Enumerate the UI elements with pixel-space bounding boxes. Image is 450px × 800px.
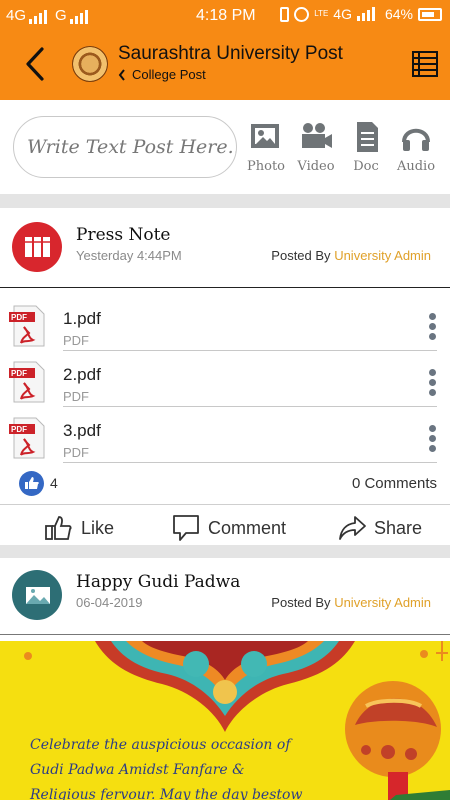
- signal-icon: [69, 10, 88, 24]
- posted-by-label: Posted By: [271, 248, 331, 263]
- chevron-left-small-icon: [118, 68, 125, 81]
- document-icon: [357, 122, 378, 152]
- thumbs-up-outline-icon: [45, 516, 72, 540]
- banner-line: Gudi Padwa Amidst Fanfare &: [30, 762, 245, 778]
- banner-line: Celebrate the auspicious occasion of: [30, 737, 291, 753]
- like-count-icon: [19, 471, 44, 496]
- post-actions: Like Comment Share: [0, 504, 450, 548]
- video-camera-icon: [302, 123, 332, 148]
- file-type: PDF: [63, 389, 89, 404]
- file-type: PDF: [63, 333, 89, 348]
- video-button[interactable]: Video: [292, 120, 340, 174]
- like-label: Like: [81, 517, 115, 538]
- app-header: 4G G 4:18 PM LTE 4G 64% Saurashtra Unive…: [0, 0, 450, 100]
- breadcrumb[interactable]: College Post: [118, 67, 206, 82]
- pdf-file-icon: PDF: [9, 361, 45, 403]
- like-button[interactable]: Like: [43, 513, 114, 543]
- signal-icon: [356, 7, 375, 21]
- photo-icon: [251, 124, 279, 148]
- status-time: 4:18 PM: [196, 7, 256, 24]
- author-link[interactable]: University Admin: [334, 595, 431, 610]
- posted-by: Posted By University Admin: [271, 595, 431, 610]
- page-title: Saurashtra University Post: [118, 43, 343, 64]
- post-stats: 4 0 Comments: [0, 463, 450, 503]
- card-divider: [0, 634, 450, 635]
- battery-percent: 64%: [384, 6, 413, 22]
- post-title: Press Note: [76, 225, 171, 245]
- gallery-avatar: [12, 570, 62, 620]
- banner-message: Celebrate the auspicious occasion of Gud…: [30, 733, 330, 800]
- audio-label: Audio: [396, 159, 436, 174]
- app-screen: 4G G 4:18 PM LTE 4G 64% Saurashtra Unive…: [0, 0, 450, 800]
- text-post-input[interactable]: Write Text Post Here...: [13, 116, 237, 178]
- comment-icon: [173, 515, 199, 541]
- file-options-button[interactable]: [429, 425, 437, 453]
- lte-label: LTE: [314, 9, 329, 18]
- file-options-button[interactable]: [429, 313, 437, 341]
- comment-button[interactable]: Comment: [172, 513, 286, 543]
- file-name: 1.pdf: [63, 309, 101, 328]
- list-menu-button[interactable]: [412, 50, 438, 78]
- press-note-avatar: [12, 222, 62, 272]
- breadcrumb-label: College Post: [132, 67, 206, 82]
- vibrate-icon: [280, 6, 290, 22]
- network-label-1: 4G: [6, 7, 27, 24]
- system-status: LTE 4G 64%: [280, 6, 442, 22]
- post-composer: Write Text Post Here... Photo Video Doc …: [0, 100, 450, 194]
- file-name: 2.pdf: [63, 365, 101, 384]
- photo-button[interactable]: Photo: [242, 120, 290, 174]
- headphones-icon: [402, 128, 430, 151]
- section-separator: [0, 545, 450, 558]
- battery-icon: [418, 7, 442, 21]
- books-icon: [25, 237, 50, 257]
- pdf-file-icon: PDF: [9, 305, 45, 347]
- video-label: Video: [297, 159, 335, 174]
- signal-icon: [29, 10, 48, 24]
- share-icon: [339, 516, 366, 540]
- back-button[interactable]: [20, 44, 52, 84]
- section-separator: [0, 194, 450, 208]
- audio-button[interactable]: Audio: [392, 120, 440, 174]
- university-logo: [72, 46, 108, 82]
- file-options-button[interactable]: [429, 369, 437, 397]
- status-bar: 4G G 4:18 PM LTE 4G 64%: [0, 0, 450, 32]
- network-label-2: G: [55, 7, 67, 24]
- gallery-icon: [26, 587, 50, 604]
- posted-by-label: Posted By: [271, 595, 331, 610]
- photo-label: Photo: [247, 159, 285, 174]
- comments-count[interactable]: 0 Comments: [352, 475, 437, 492]
- share-button[interactable]: Share: [338, 513, 422, 543]
- post-time: 06-04-2019: [76, 595, 143, 610]
- thumbs-up-icon: [25, 477, 39, 489]
- attachment-row[interactable]: PDF 3.pdf PDF: [0, 407, 450, 463]
- posted-by: Posted By University Admin: [271, 248, 431, 263]
- card-divider: [0, 287, 450, 288]
- file-type: PDF: [63, 445, 89, 460]
- network-status: 4G G: [6, 7, 93, 24]
- list-icon: [412, 51, 438, 77]
- banner-line: Religious fervour. May the day bestow: [30, 787, 303, 800]
- pdf-file-icon: PDF: [9, 417, 45, 459]
- attachment-row[interactable]: PDF 1.pdf PDF: [0, 295, 450, 351]
- like-count: 4: [50, 475, 58, 491]
- svg-text:PDF: PDF: [11, 369, 27, 378]
- file-name: 3.pdf: [63, 421, 101, 440]
- alarm-icon: [294, 6, 310, 22]
- attachment-row[interactable]: PDF 2.pdf PDF: [0, 351, 450, 407]
- gudi-padwa-banner[interactable]: Celebrate the auspicious occasion of Gud…: [0, 641, 450, 800]
- share-label: Share: [374, 517, 423, 538]
- svg-text:PDF: PDF: [11, 425, 27, 434]
- post-card-press-note: Press Note Yesterday 4:44PM Posted By Un…: [0, 208, 450, 543]
- author-link[interactable]: University Admin: [334, 248, 431, 263]
- chevron-left-icon: [26, 47, 44, 81]
- doc-label: Doc: [353, 159, 379, 174]
- post-time: Yesterday 4:44PM: [76, 248, 182, 263]
- comment-label: Comment: [208, 517, 287, 538]
- network-label-right: 4G: [333, 6, 352, 22]
- post-title: Happy Gudi Padwa: [76, 572, 241, 592]
- doc-button[interactable]: Doc: [342, 120, 390, 174]
- svg-text:PDF: PDF: [11, 313, 27, 322]
